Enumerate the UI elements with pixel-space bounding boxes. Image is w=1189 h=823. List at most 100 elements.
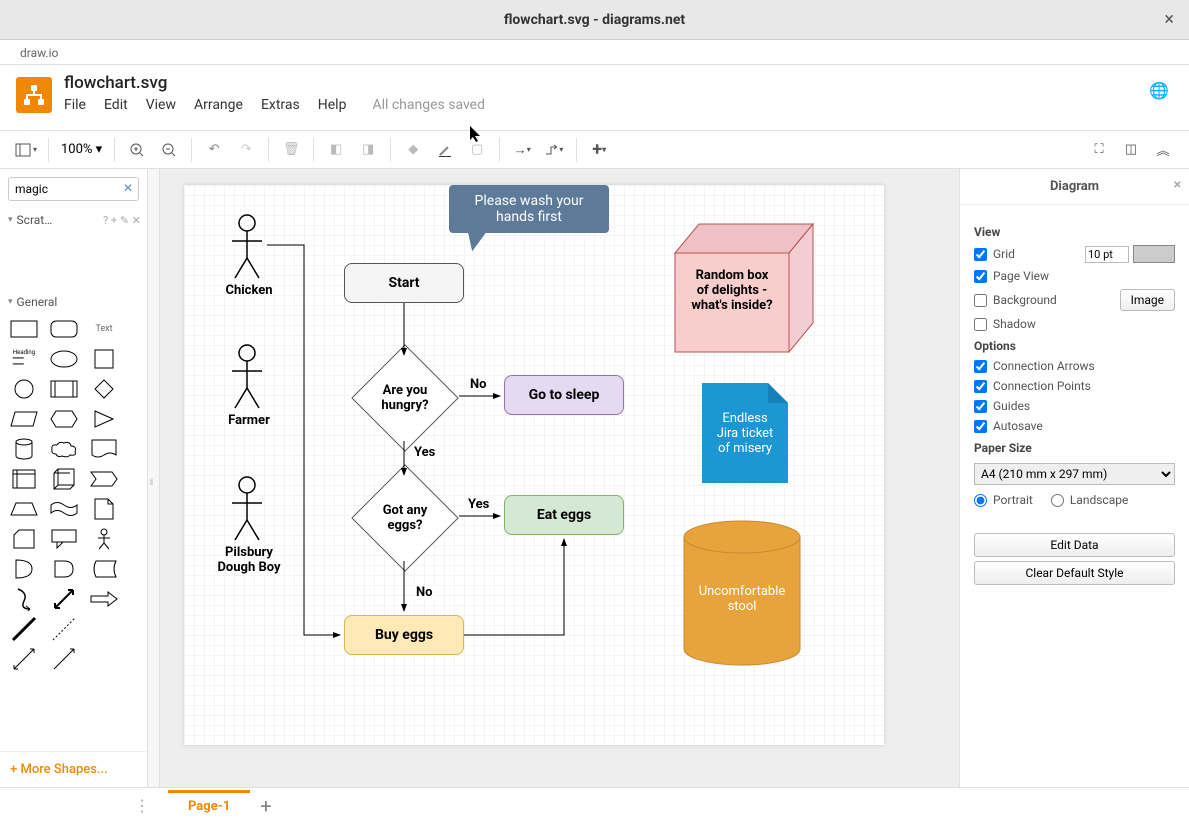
menu-arrange[interactable]: Arrange <box>194 97 243 113</box>
sidebar-toggle-icon[interactable]: ▾ <box>12 136 40 164</box>
shape-cylinder[interactable] <box>8 437 40 461</box>
shadow-icon[interactable]: ▢ <box>463 136 491 164</box>
menu-edit[interactable]: Edit <box>104 97 128 113</box>
shape-curve-arrow[interactable] <box>8 587 40 611</box>
menu-help[interactable]: Help <box>318 97 347 113</box>
portrait-radio[interactable] <box>974 494 987 507</box>
shape-text[interactable]: Text <box>88 317 120 341</box>
node-stool[interactable]: Uncomfortable stool <box>682 519 802 673</box>
undo-icon[interactable]: ↶ <box>200 136 228 164</box>
shape-line-arrow-both[interactable] <box>8 647 40 671</box>
actor-farmer[interactable] <box>227 343 267 417</box>
general-section[interactable]: ▾General <box>0 291 147 313</box>
shape-rect[interactable] <box>8 317 40 341</box>
node-buy[interactable]: Buy eggs <box>344 615 464 655</box>
page[interactable]: Chicken Farmer Pilsbury Dough Boy Please… <box>184 185 884 745</box>
actor-doughboy[interactable] <box>227 475 267 549</box>
menu-file[interactable]: File <box>64 97 86 113</box>
to-front-icon[interactable]: ◧ <box>322 136 350 164</box>
shape-arrow[interactable] <box>88 587 120 611</box>
shape-tape[interactable] <box>48 497 80 521</box>
panel-close-icon[interactable]: × <box>1174 177 1181 193</box>
menu-extras[interactable]: Extras <box>261 97 300 113</box>
landscape-radio[interactable] <box>1051 494 1064 507</box>
shape-process[interactable] <box>48 377 80 401</box>
shape-step[interactable] <box>88 467 120 491</box>
zoom-out-icon[interactable] <box>155 136 183 164</box>
collapse-icon[interactable]: ︽ <box>1149 136 1177 164</box>
app-tab[interactable]: draw.io <box>10 44 68 62</box>
shape-line-thick[interactable] <box>8 617 40 641</box>
shape-and[interactable] <box>48 557 80 581</box>
scratchpad-section[interactable]: ▾Scrat… ? + ✎ ✕ <box>0 209 147 231</box>
conn-arrows-checkbox[interactable] <box>974 360 987 373</box>
connection-icon[interactable]: → ▾ <box>508 136 536 164</box>
redo-icon[interactable]: ↷ <box>232 136 260 164</box>
splitter[interactable]: ⦀ <box>148 169 160 787</box>
shape-hexagon[interactable] <box>48 407 80 431</box>
fullscreen-icon[interactable]: ⛶ <box>1085 136 1113 164</box>
filename[interactable]: flowchart.svg <box>64 73 485 93</box>
zoom-in-icon[interactable] <box>123 136 151 164</box>
pageview-checkbox[interactable] <box>974 270 987 283</box>
node-eat[interactable]: Eat eggs <box>504 495 624 535</box>
insert-icon[interactable]: + ▾ <box>585 136 613 164</box>
shape-actor[interactable] <box>88 527 120 551</box>
shape-note[interactable] <box>88 497 120 521</box>
grid-size-input[interactable] <box>1085 246 1129 263</box>
line-color-icon[interactable] <box>431 136 459 164</box>
shape-ellipse[interactable] <box>48 347 80 371</box>
grid-checkbox[interactable] <box>974 248 987 261</box>
guides-checkbox[interactable] <box>974 400 987 413</box>
format-panel-icon[interactable]: ◫ <box>1117 136 1145 164</box>
node-sleep[interactable]: Go to sleep <box>504 375 624 415</box>
shape-diamond[interactable] <box>88 377 120 401</box>
shape-card[interactable] <box>8 527 40 551</box>
delete-icon[interactable]: 🗑 <box>277 136 305 164</box>
add-page-button[interactable]: + <box>250 794 281 818</box>
shape-parallelogram[interactable] <box>8 407 40 431</box>
shape-internal-storage[interactable] <box>8 467 40 491</box>
page-tab-1[interactable]: Page-1 <box>168 790 250 820</box>
node-hungry[interactable]: Are you hungry? <box>367 360 443 436</box>
shape-cube[interactable] <box>48 467 80 491</box>
shape-line-arrow[interactable] <box>48 647 80 671</box>
shadow-checkbox[interactable] <box>974 318 987 331</box>
zoom-select[interactable]: 100% ▾ <box>57 140 106 159</box>
shape-trapezoid[interactable] <box>8 497 40 521</box>
to-back-icon[interactable]: ◨ <box>354 136 382 164</box>
waypoint-icon[interactable]: ▾ <box>540 136 568 164</box>
shape-cloud[interactable] <box>48 437 80 461</box>
globe-icon[interactable]: 🌐 <box>1149 81 1169 100</box>
grid-color-swatch[interactable] <box>1133 245 1175 263</box>
close-icon[interactable]: × <box>1164 9 1174 30</box>
shape-line-dashed[interactable] <box>48 617 80 641</box>
shape-rounded-rect[interactable] <box>48 317 80 341</box>
actor-chicken[interactable] <box>227 213 267 287</box>
menu-view[interactable]: View <box>146 97 176 113</box>
image-button[interactable]: Image <box>1120 289 1175 311</box>
clear-style-button[interactable]: Clear Default Style <box>974 561 1175 585</box>
clear-search-icon[interactable]: ✕ <box>123 181 133 195</box>
node-start[interactable]: Start <box>344 263 464 303</box>
shape-textbox[interactable]: Heading━━━━━━ <box>8 347 40 371</box>
shape-circle[interactable] <box>8 377 40 401</box>
node-jira[interactable]: Endless Jira ticket of misery <box>702 383 788 487</box>
conn-points-checkbox[interactable] <box>974 380 987 393</box>
paper-size-select[interactable]: A4 (210 mm x 297 mm) <box>974 463 1175 485</box>
more-shapes-button[interactable]: + More Shapes... <box>0 751 147 787</box>
shape-callout[interactable] <box>48 527 80 551</box>
background-checkbox[interactable] <box>974 294 987 307</box>
node-eggs-q[interactable]: Got any eggs? <box>367 480 443 556</box>
page-menu-icon[interactable]: ⋮ <box>134 796 150 815</box>
shape-triangle[interactable] <box>88 407 120 431</box>
shape-document[interactable] <box>88 437 120 461</box>
edit-data-button[interactable]: Edit Data <box>974 533 1175 557</box>
shape-or[interactable] <box>8 557 40 581</box>
node-random-box[interactable]: Random box of delights - what's inside? <box>674 223 814 357</box>
autosave-checkbox[interactable] <box>974 420 987 433</box>
fill-color-icon[interactable]: ◆ <box>399 136 427 164</box>
shape-bidir-arrow[interactable] <box>48 587 80 611</box>
shape-data-storage[interactable] <box>88 557 120 581</box>
search-input[interactable] <box>8 177 139 201</box>
